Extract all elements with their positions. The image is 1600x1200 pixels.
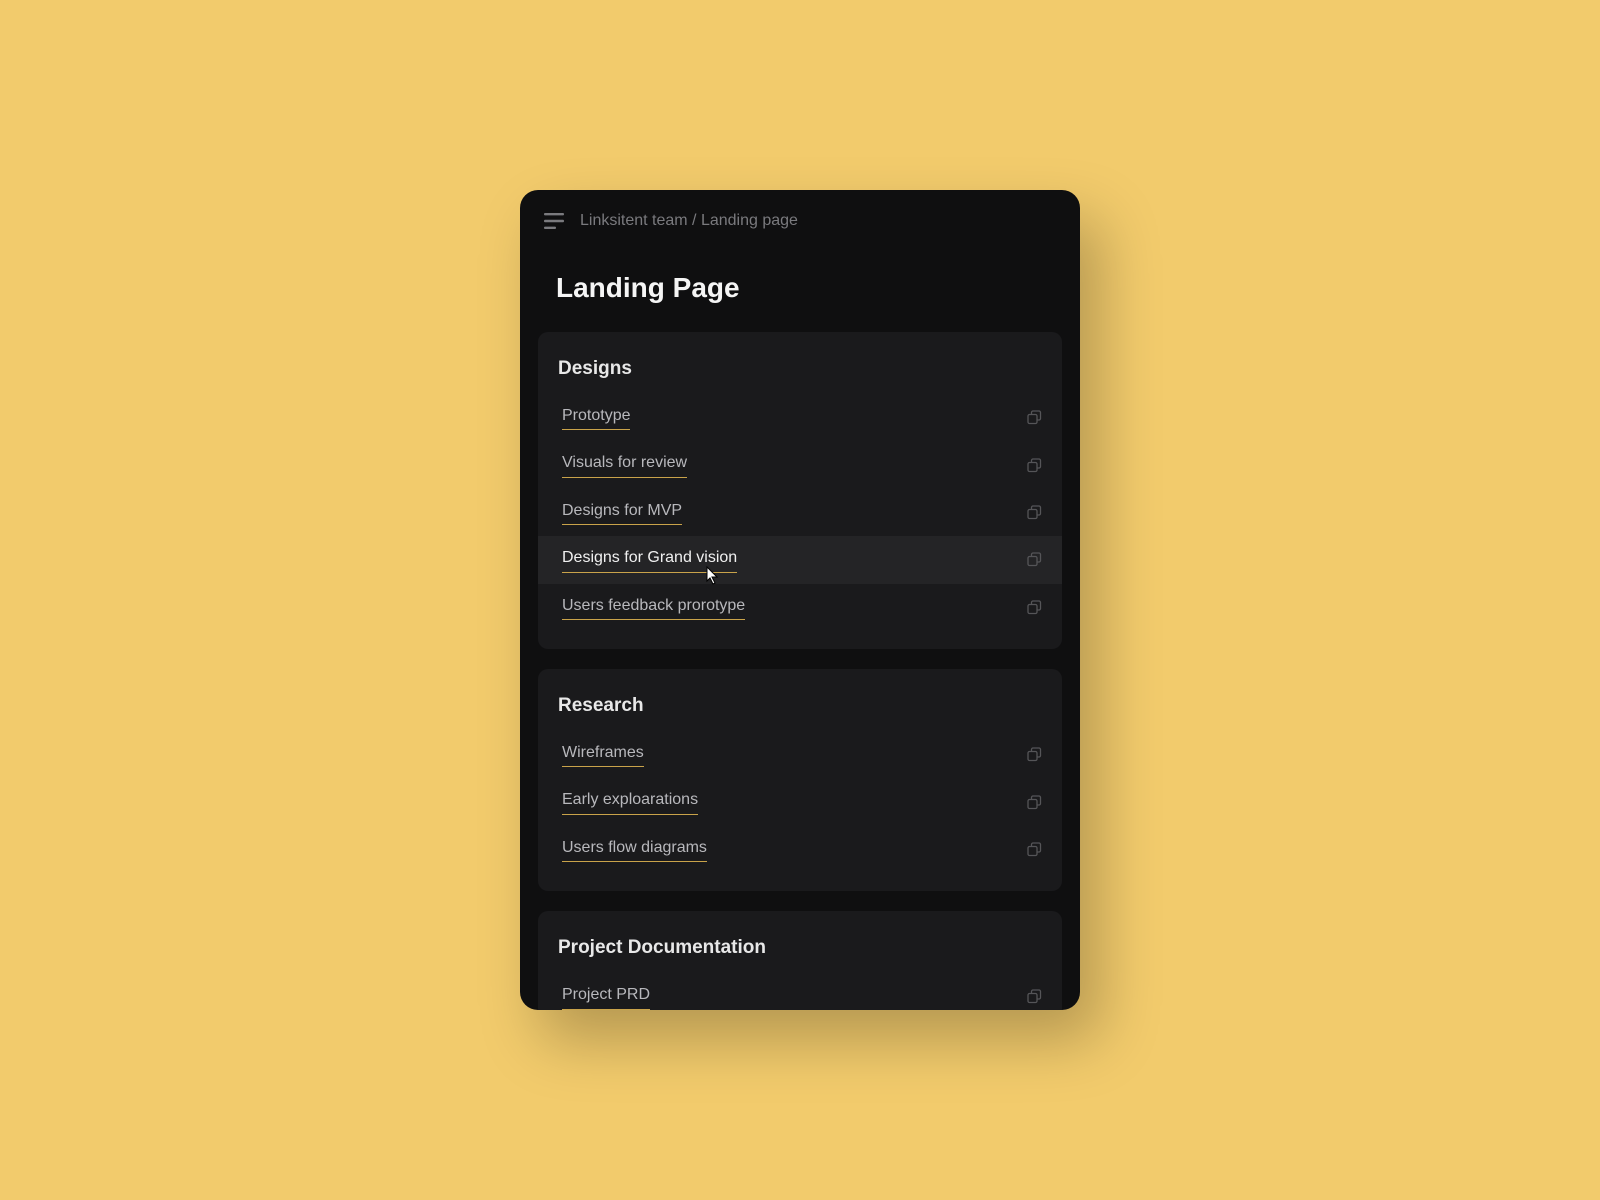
header: Linksitent team / Landing page: [520, 190, 1080, 230]
copy-icon[interactable]: [1027, 410, 1042, 425]
copy-icon[interactable]: [1027, 989, 1042, 1004]
link-label: Users flow diagrams: [562, 837, 707, 862]
copy-icon[interactable]: [1027, 458, 1042, 473]
link-item[interactable]: Prototype: [538, 394, 1062, 441]
breadcrumb[interactable]: Linksitent team / Landing page: [580, 212, 798, 230]
copy-icon[interactable]: [1027, 505, 1042, 520]
link-label: Users feedback prorotype: [562, 595, 745, 620]
link-label: Early exploarations: [562, 789, 698, 814]
section-title: Project Documentation: [538, 937, 1062, 973]
link-label: Prototype: [562, 405, 630, 430]
link-item[interactable]: Designs for MVP: [538, 489, 1062, 536]
section-designs: Designs Prototype Visuals for review Des…: [538, 332, 1062, 649]
copy-icon[interactable]: [1027, 842, 1042, 857]
copy-icon[interactable]: [1027, 552, 1042, 567]
menu-icon[interactable]: [544, 213, 564, 229]
link-label: Wireframes: [562, 742, 644, 767]
link-label: Designs for Grand vision: [562, 547, 737, 572]
link-item[interactable]: Users feedback prorotype: [538, 584, 1062, 631]
link-item[interactable]: Visuals for review: [538, 441, 1062, 488]
page-title: Landing Page: [520, 230, 1080, 332]
link-item[interactable]: Users flow diagrams: [538, 826, 1062, 873]
link-label: Visuals for review: [562, 452, 687, 477]
content: Designs Prototype Visuals for review Des…: [520, 332, 1080, 1010]
link-item[interactable]: Wireframes: [538, 731, 1062, 778]
section-research: Research Wireframes Early exploarations …: [538, 669, 1062, 891]
section-title: Research: [538, 695, 1062, 731]
section-project-documentation: Project Documentation Project PRD: [538, 911, 1062, 1010]
link-item[interactable]: Project PRD: [538, 973, 1062, 1010]
link-item[interactable]: Early exploarations: [538, 778, 1062, 825]
copy-icon[interactable]: [1027, 600, 1042, 615]
link-label: Designs for MVP: [562, 500, 682, 525]
copy-icon[interactable]: [1027, 795, 1042, 810]
copy-icon[interactable]: [1027, 747, 1042, 762]
section-title: Designs: [538, 358, 1062, 394]
app-window: Linksitent team / Landing page Landing P…: [520, 190, 1080, 1010]
link-label: Project PRD: [562, 984, 650, 1009]
link-item[interactable]: Designs for Grand vision: [538, 536, 1062, 583]
